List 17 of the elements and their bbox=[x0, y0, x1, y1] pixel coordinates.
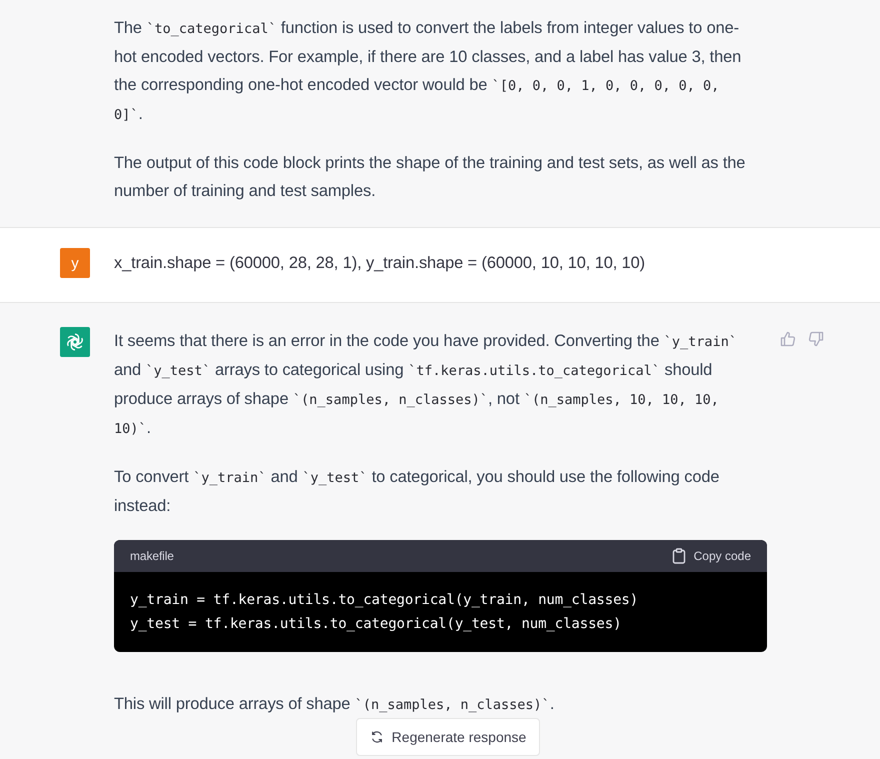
code-line: y_train = tf.keras.utils.to_categorical(y_train, num_classes) bbox=[130, 591, 640, 610]
message-text: The output of this code block prints the shape of the training and test sets, as well as the number of training and test samples. bbox=[114, 153, 746, 202]
regenerate-response-button[interactable]: Regenerate response bbox=[356, 718, 540, 756]
message-text: This will produce arrays of shape `(n_samples, n_classes)`. bbox=[114, 694, 556, 715]
refresh-icon bbox=[370, 730, 384, 744]
message-text: The `to_categorical` function is used to convert the labels from integer values to one-hot encoded vectors. For example, if there are 10 classes, and a label has value 3, then the corresponding one-hot encoded vector would be `[0, 0, 0, 1, 0, 0, 0, 0, 0, 0]`. bbox=[114, 18, 742, 125]
copy-code-button[interactable]: Copy code bbox=[672, 548, 751, 564]
code-language: makefile bbox=[130, 548, 174, 565]
thumbs-up-icon[interactable] bbox=[780, 331, 796, 347]
user-avatar: y bbox=[60, 248, 90, 278]
assistant-avatar-icon bbox=[60, 327, 90, 357]
thumbs-down-icon[interactable] bbox=[808, 331, 824, 347]
code-line: y_test = tf.keras.utils.to_categorical(y_test, num_classes) bbox=[130, 615, 622, 634]
clipboard-icon bbox=[672, 548, 686, 564]
message-text: To convert `y_train` and `y_test` to categorical, you should use the following code instead: bbox=[114, 467, 720, 517]
message-text: It seems that there is an error in the code you have provided. Converting the `y_train` and `y_test` arrays to categorical using `tf.keras.utils.to_categorical` should produce arrays of shape `(n_samples, n_classes)`, not `(n_samples, 10, 10, 10, 10)`. bbox=[114, 331, 738, 439]
message-text: x_train.shape = (60000, 28, 28, 1), y_train.shape = (60000, 10, 10, 10, 10) bbox=[114, 253, 646, 274]
